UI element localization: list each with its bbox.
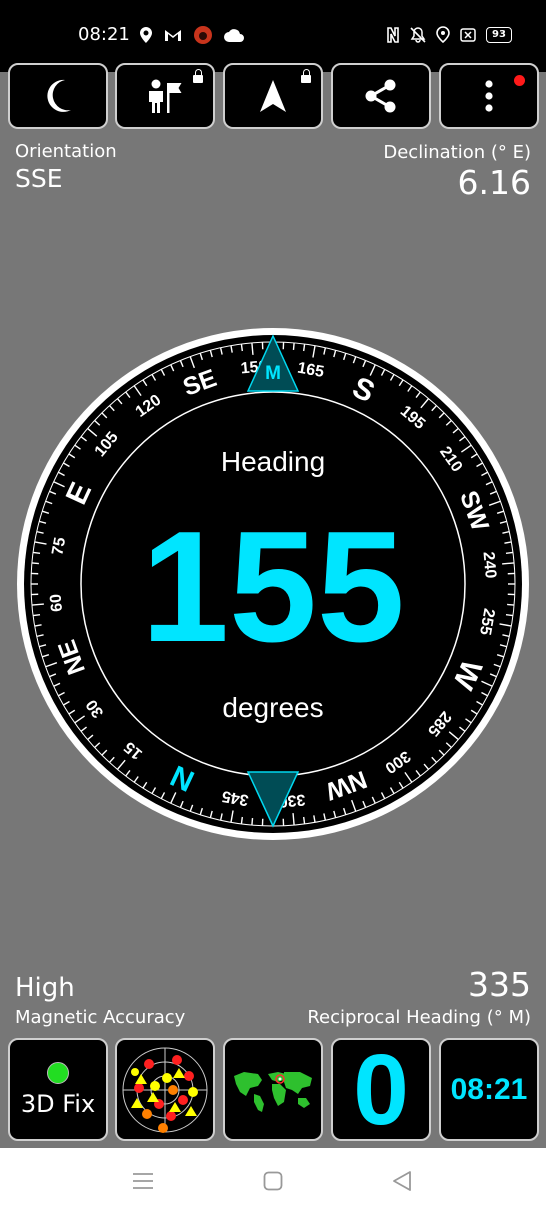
battery-indicator: 93: [486, 26, 512, 43]
degree-label: 240: [480, 551, 499, 579]
gps-fix-button[interactable]: 3D Fix: [8, 1038, 108, 1141]
bell-muted-icon: [410, 26, 426, 43]
lock-icon: [193, 69, 203, 83]
close-box-icon: [460, 27, 476, 42]
accuracy-value: High: [15, 973, 75, 1003]
compass-tick: [505, 551, 514, 555]
back-icon[interactable]: [392, 1170, 412, 1192]
declination-value: 6.16: [457, 163, 531, 202]
heading-value: 155: [141, 499, 405, 675]
satellite-sky-icon: [122, 1047, 208, 1133]
magnetic-marker-label: M: [265, 363, 281, 384]
compass-tick: [507, 603, 515, 606]
satellites-button[interactable]: [115, 1038, 215, 1141]
counter-button[interactable]: 0: [331, 1038, 431, 1141]
degree-label: 60: [48, 593, 66, 612]
location-status-icon: [436, 26, 450, 43]
clock-value: 08:21: [450, 1072, 528, 1106]
big-counter-value: 0: [353, 1033, 409, 1146]
world-map-button[interactable]: [223, 1038, 323, 1141]
share-button[interactable]: [331, 63, 431, 129]
navigation-arrow-icon: [260, 80, 286, 112]
location-pin-icon: [140, 27, 152, 43]
reciprocal-heading-value: 335: [468, 965, 531, 1004]
world-map-icon: [234, 1071, 312, 1112]
clock-button[interactable]: 08:21: [439, 1038, 539, 1141]
status-time: 08:21: [78, 24, 130, 45]
more-options-button[interactable]: [439, 63, 539, 129]
compass-dial: NNEESE SSWWNW15306075105120150 16519521024…: [17, 328, 529, 840]
accuracy-label: Magnetic Accuracy: [15, 1007, 186, 1028]
person-flag-icon: [149, 79, 182, 113]
compass-tick: [292, 342, 295, 350]
reciprocal-heading-label: Reciprocal Heading (° M): [307, 1007, 531, 1028]
compass-tick: [240, 343, 244, 352]
compass-tick: [505, 613, 514, 617]
compass-tick: [302, 816, 306, 825]
degree-label: 75: [49, 536, 69, 557]
nfc-icon: [387, 26, 399, 43]
gps-fix-label: 3D Fix: [20, 1089, 96, 1118]
gps-fix-dot: [47, 1061, 69, 1084]
landmark-button[interactable]: [115, 63, 215, 129]
heading-label: Heading: [221, 446, 325, 477]
status-bar: 08:21 93: [0, 0, 546, 72]
compass-tick: [32, 551, 41, 555]
cloud-icon: [224, 29, 244, 42]
home-icon[interactable]: [263, 1171, 283, 1191]
orientation-value: SSE: [15, 164, 63, 193]
notification-dot: [514, 75, 525, 86]
more-vert-icon: [485, 80, 493, 112]
compass-tick: [240, 816, 244, 825]
declination-label: Declination (° E): [383, 142, 531, 163]
degrees-label: degrees: [222, 692, 323, 723]
navigate-button[interactable]: [223, 63, 323, 129]
compass-tick: [31, 562, 39, 565]
compass-tick: [251, 818, 254, 826]
night-mode-button[interactable]: [8, 63, 108, 129]
gmail-icon: [165, 30, 181, 41]
app-notification-icon: [194, 26, 212, 44]
share-icon: [365, 79, 396, 113]
compass-tick: [302, 343, 306, 352]
system-nav-bar: [0, 1148, 546, 1214]
orientation-label: Orientation: [15, 141, 117, 162]
menu-icon[interactable]: [132, 1172, 154, 1190]
lock-icon: [301, 69, 311, 83]
compass-tick: [32, 613, 41, 617]
moon-icon: [47, 79, 71, 112]
